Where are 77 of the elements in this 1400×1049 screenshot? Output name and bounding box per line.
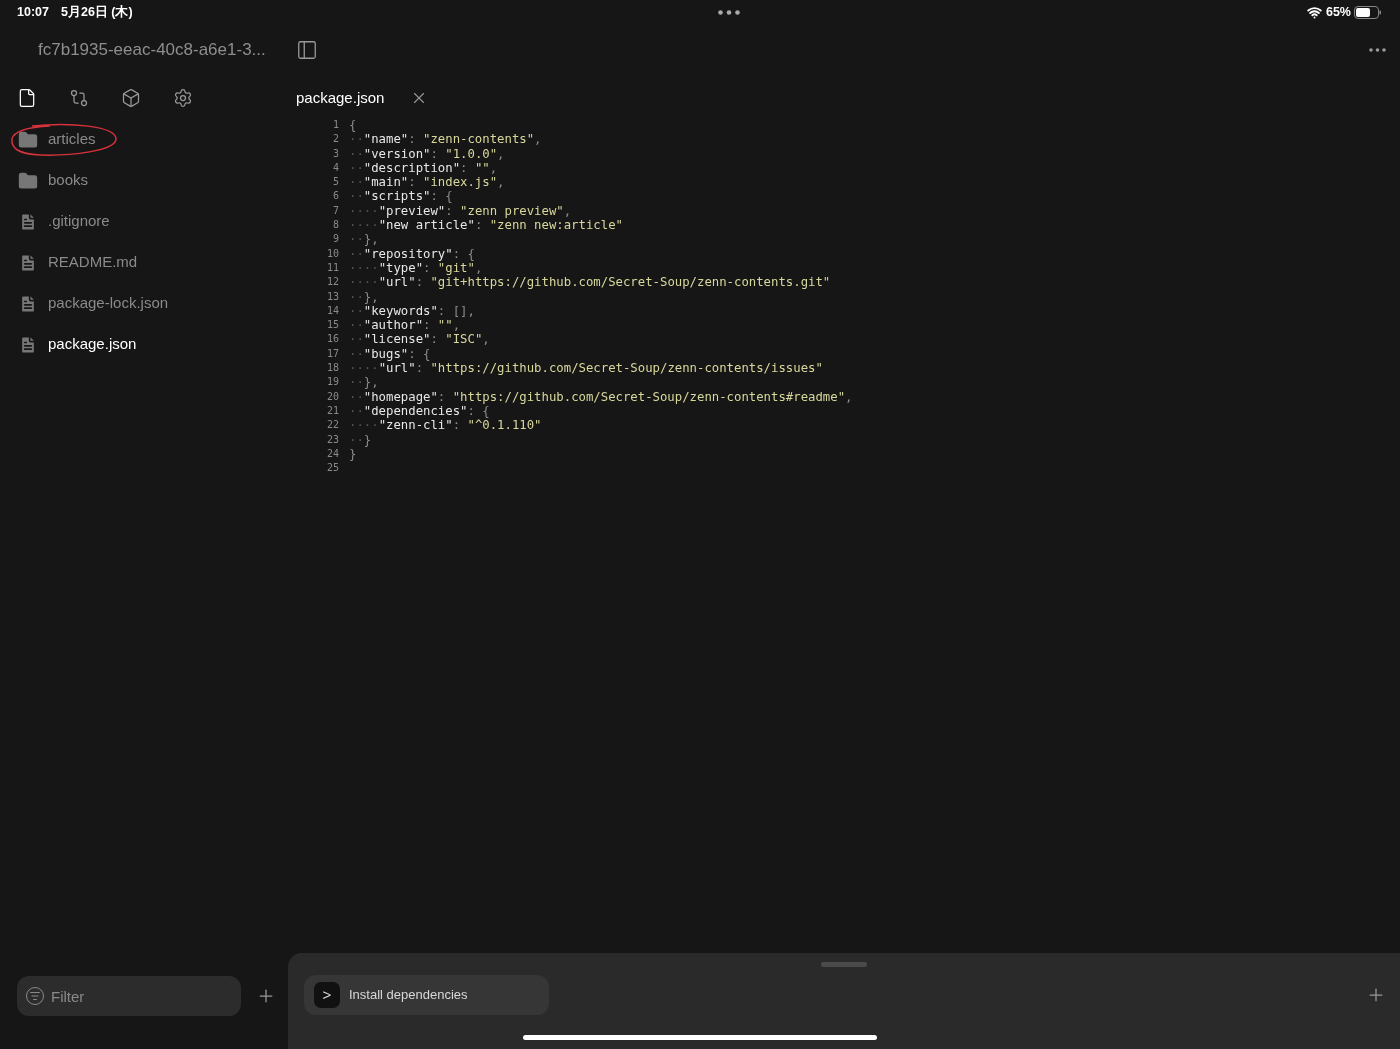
line-number: 8: [331, 218, 340, 233]
code-line: ····"new article": "zenn new:article": [349, 218, 623, 233]
line-number: 18: [325, 361, 340, 376]
more-icon: [1369, 48, 1386, 52]
task-button[interactable]: > Install dependencies: [304, 975, 549, 1015]
line-number: 12: [325, 275, 340, 290]
code-line: ··"license": "ISC",: [349, 332, 490, 347]
folder-icon: [18, 170, 38, 191]
code-line: ··"dependencies": {: [349, 403, 490, 419]
wifi-icon: [1306, 5, 1322, 20]
code-line: ··},: [349, 289, 379, 304]
file-tree-item[interactable]: books: [18, 160, 288, 201]
code-line: ··},: [349, 375, 379, 390]
code-line: ··"version": "1.0.0",: [349, 146, 505, 161]
line-number: 13: [325, 289, 340, 304]
code-line: ··"homepage": "https://github.com/Secret-Soup/zenn-contents#readme",: [349, 389, 853, 404]
status-date: 5月26日 (木): [61, 4, 133, 22]
sidebar-tab[interactable]: [68, 87, 90, 109]
code-line: ··"description": "",: [349, 160, 498, 176]
code-line: }: [349, 446, 357, 462]
line-number: 3: [331, 146, 340, 161]
file-tree-item[interactable]: .gitignore: [18, 201, 288, 242]
code-line: ····"url": "https://github.com/Secret-Soup/zenn-contents/issues": [349, 361, 823, 376]
sidebar-toggle-button[interactable]: [295, 39, 318, 61]
code-line: ····"zenn-cli": "^0.1.110": [349, 418, 542, 433]
sidebar-tab[interactable]: [172, 87, 194, 109]
status-time: 10:07: [17, 4, 49, 22]
line-number: 21: [325, 403, 340, 418]
line-number: 14: [325, 303, 340, 318]
folder-icon: [18, 129, 38, 150]
line-number: 17: [325, 346, 340, 361]
code-line: ··"main": "index.js",: [349, 175, 505, 190]
code-line: {: [349, 118, 357, 133]
line-number: 25: [325, 461, 340, 476]
file-tree-item[interactable]: articles: [18, 119, 288, 160]
line-number: 4: [331, 160, 340, 175]
file-tree-item[interactable]: package.json: [18, 324, 288, 365]
line-number: 7: [331, 203, 340, 218]
line-number: 19: [325, 375, 340, 390]
drag-handle[interactable]: [821, 962, 867, 967]
file-icon: [17, 88, 37, 108]
line-number: 15: [325, 318, 340, 333]
more-icon: [717, 10, 740, 15]
line-number: 1: [331, 118, 340, 132]
line-number: 16: [325, 332, 340, 347]
line-number: 2: [331, 132, 340, 147]
battery-icon: [1354, 6, 1382, 19]
line-number: 11: [325, 260, 340, 275]
line-number: 6: [331, 189, 340, 204]
line-number: 22: [325, 418, 340, 433]
code-line: ····"type": "git",: [349, 260, 483, 276]
code-line: ··"author": "",: [349, 318, 461, 333]
battery-percentage: 65%: [1325, 4, 1351, 22]
project-title: fc7b1935-eeac-40c8-a6e1-3...: [38, 39, 266, 62]
code-line: ··"bugs": {: [349, 346, 431, 362]
code-line: ··}: [349, 432, 372, 447]
code-line: ··},: [349, 232, 379, 247]
code-line: ··"name": "zenn-contents",: [349, 132, 542, 147]
line-number: 23: [325, 432, 340, 447]
file-tree-item[interactable]: README.md: [18, 242, 288, 283]
line-number: 9: [331, 232, 340, 247]
line-number: 5: [331, 175, 340, 190]
code-line: ··"repository": {: [349, 246, 475, 261]
line-number: 10: [325, 246, 340, 261]
code-line: ··"keywords": [],: [349, 303, 475, 319]
line-number: 24: [325, 446, 340, 461]
code-line: ····"url": "git+https://github.com/Secret-Soup/zenn-contents.git": [349, 275, 831, 290]
code-line: ····"preview": "zenn preview",: [349, 203, 572, 219]
file-tree-item[interactable]: package-lock.json: [18, 283, 288, 324]
code-line: ··"scripts": {: [349, 189, 453, 204]
line-number: 20: [325, 389, 340, 404]
branch-icon: [69, 88, 89, 108]
sidebar-tab[interactable]: [120, 87, 142, 109]
filter-field[interactable]: Filter: [17, 976, 241, 1016]
settings-icon: [173, 88, 193, 108]
box-icon: [121, 88, 141, 108]
editor-tab[interactable]: package.json: [296, 86, 385, 110]
